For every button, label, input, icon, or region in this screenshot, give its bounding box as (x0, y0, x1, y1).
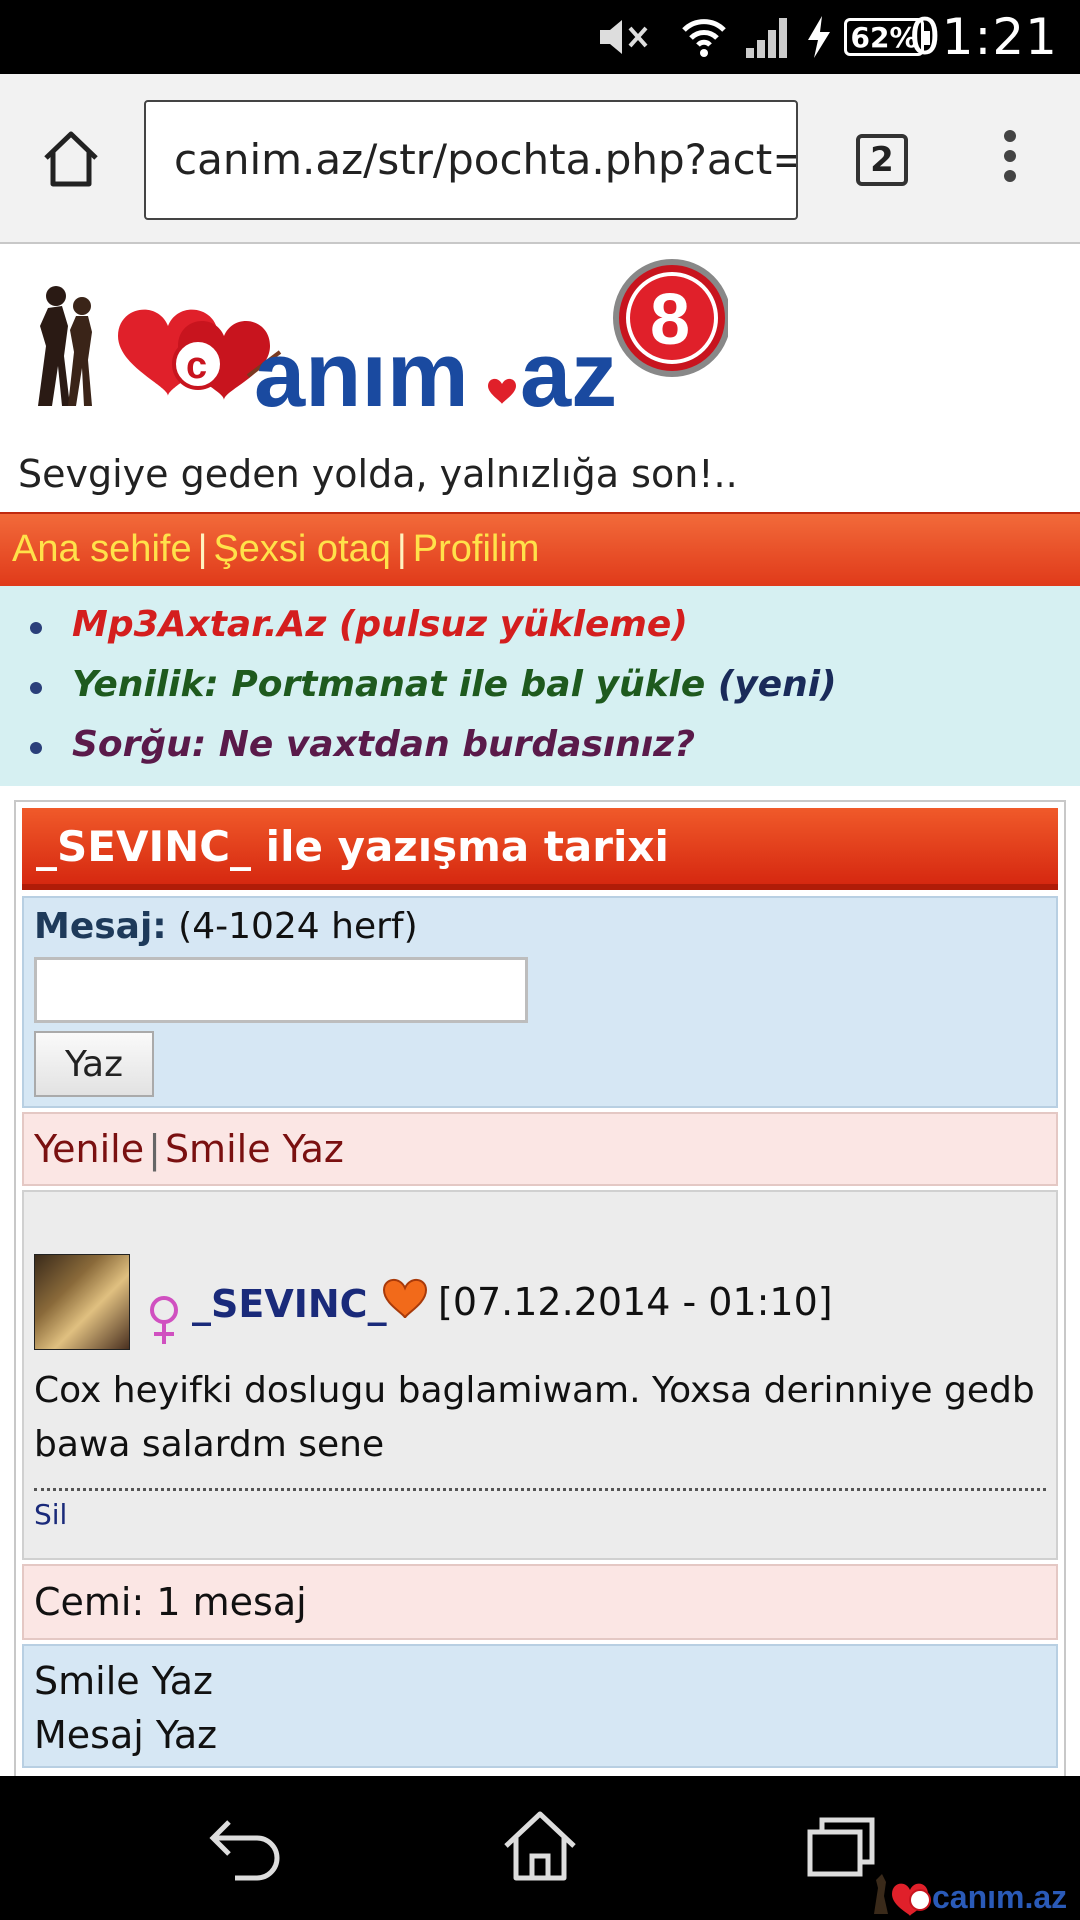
nav-link-personal-room[interactable]: Şexsi otaq (213, 528, 390, 570)
svg-text:canım.az: canım.az (932, 1879, 1067, 1915)
message-date: [07.12.2014 - 01:10] (438, 1280, 833, 1324)
notice-list: Mp3Axtar.Az (pulsuz yükleme) Yenilik: Po… (0, 586, 1080, 786)
url-bar[interactable]: canim.az/str/pochta.php?act=l (144, 100, 798, 220)
web-page: c anım az 8 Sevgiye geden yolda, yalnızl… (0, 244, 1080, 1776)
watermark-logo: canım.az (868, 1870, 1074, 1916)
conversation-panel: _SEVINC_ ile yazışma tarixi Mesaj: (4-10… (14, 800, 1066, 1776)
wifi-icon (680, 12, 728, 62)
nav-separator: | (396, 528, 407, 570)
heart-icon (380, 1276, 430, 1320)
nav-home-icon[interactable] (500, 1806, 580, 1886)
message-input[interactable] (34, 957, 528, 1023)
clock: 01:21 (908, 8, 1058, 66)
browser-toolbar: canim.az/str/pochta.php?act=l 2 (0, 74, 1080, 244)
female-icon (144, 1292, 184, 1348)
refresh-link[interactable]: Yenile (34, 1127, 144, 1171)
message-item: _SEVINC_ [07.12.2014 - 01:10] Cox heyifk… (22, 1190, 1058, 1560)
nav-separator: | (197, 528, 208, 570)
message-label: Mesaj: (4-1024 herf) (34, 906, 418, 947)
svg-text:anım: anım (254, 324, 469, 426)
conversation-title: _SEVINC_ ile yazışma tarixi (22, 808, 1058, 890)
message-write-link[interactable]: Mesaj Yaz (34, 1708, 1046, 1762)
svg-text:c: c (186, 345, 207, 387)
nav-link-profile[interactable]: Profilim (413, 528, 540, 570)
mute-icon (596, 12, 652, 62)
charging-icon (804, 12, 834, 62)
send-button[interactable]: Yaz (34, 1031, 154, 1097)
back-icon[interactable] (205, 1814, 285, 1884)
svg-text:az: az (520, 324, 617, 426)
link-separator: | (148, 1127, 161, 1171)
nav-link-home[interactable]: Ana sehife (12, 528, 192, 570)
divider (34, 1488, 1046, 1491)
bottom-links: Smile Yaz Mesaj Yaz (22, 1644, 1058, 1768)
sender-name[interactable]: _SEVINC_ (192, 1282, 387, 1326)
system-nav-bar: canım.az (0, 1776, 1080, 1920)
action-links: Yenile | Smile Yaz (22, 1112, 1058, 1186)
svg-text:8: 8 (650, 280, 690, 360)
main-nav: Ana sehife | Şexsi otaq | Profilim (0, 512, 1080, 586)
smile-link[interactable]: Smile Yaz (165, 1127, 344, 1171)
notice-portmanat[interactable]: Yenilik: Portmanat ile bal yükle (yeni) (0, 656, 1080, 716)
overflow-menu-icon[interactable] (995, 130, 1025, 190)
site-logo[interactable]: c anım az 8 (18, 256, 731, 436)
message-text: Cox heyifki doslugu baglamiwam. Yoxsa de… (34, 1370, 1035, 1465)
notice-poll[interactable]: Sorğu: Ne vaxtdan burdasınız? (0, 716, 1080, 776)
delete-link[interactable]: Sil (34, 1498, 67, 1531)
notice-mp3axtar[interactable]: Mp3Axtar.Az (pulsuz yükleme) (0, 596, 1080, 656)
site-slogan: Sevgiye geden yolda, yalnızlığa son!.. (18, 452, 738, 496)
home-icon[interactable] (38, 126, 104, 192)
status-bar: 62% 01:21 (0, 0, 1080, 74)
message-total: Cemi: 1 mesaj (22, 1564, 1058, 1640)
smile-write-link[interactable]: Smile Yaz (34, 1654, 1046, 1708)
avatar[interactable] (34, 1254, 130, 1350)
message-form: Mesaj: (4-1024 herf) Yaz (22, 896, 1058, 1108)
signal-icon (744, 12, 792, 62)
tabs-icon[interactable]: 2 (856, 134, 908, 186)
